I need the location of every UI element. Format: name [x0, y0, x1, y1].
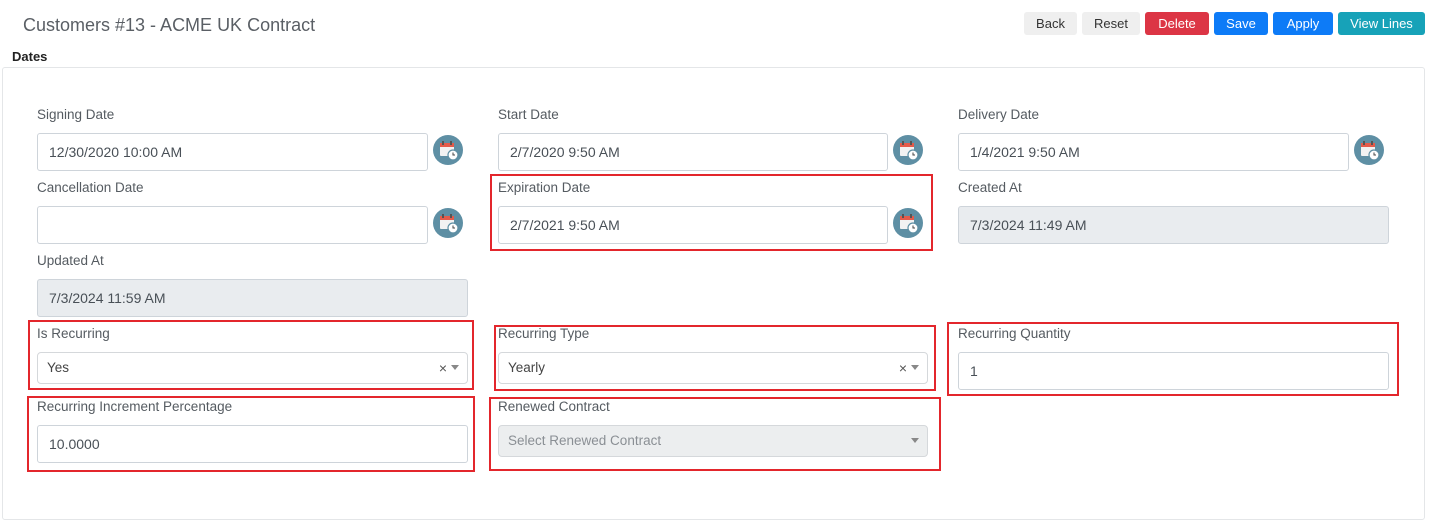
delivery-date-input[interactable]: 1/4/2021 9:50 AM — [958, 133, 1349, 171]
created-at-input: 7/3/2024 11:49 AM — [958, 206, 1389, 244]
renewed-contract-label: Renewed Contract — [498, 399, 610, 414]
clear-icon[interactable]: × — [899, 353, 907, 383]
delivery-date-label: Delivery Date — [958, 107, 1040, 122]
cancellation-date-label: Cancellation Date — [37, 180, 144, 195]
renewed-contract-placeholder: Select Renewed Contract — [508, 433, 662, 448]
start-date-label: Start Date — [498, 107, 559, 122]
calendar-icon[interactable] — [893, 208, 923, 238]
page-title: Customers #13 - ACME UK Contract — [23, 15, 316, 35]
delete-button[interactable]: Delete — [1145, 12, 1209, 35]
updated-at-label: Updated At — [37, 253, 104, 268]
renewed-contract-select: Select Renewed Contract — [498, 425, 928, 457]
recurring-type-label: Recurring Type — [498, 326, 590, 341]
updated-at-input: 7/3/2024 11:59 AM — [37, 279, 468, 317]
recurring-increment-percentage-input[interactable]: 10.0000 — [37, 425, 468, 463]
calendar-icon[interactable] — [433, 208, 463, 238]
apply-button[interactable]: Apply — [1273, 12, 1333, 35]
created-at-label: Created At — [958, 180, 1022, 195]
recurring-quantity-input[interactable]: 1 — [958, 352, 1389, 390]
expiration-date-input[interactable]: 2/7/2021 9:50 AM — [498, 206, 888, 244]
clear-icon[interactable]: × — [439, 353, 447, 383]
reset-button[interactable]: Reset — [1082, 12, 1140, 35]
calendar-icon[interactable] — [433, 135, 463, 165]
caret-down-icon — [911, 438, 919, 443]
back-button[interactable]: Back — [1024, 12, 1077, 35]
is-recurring-label: Is Recurring — [37, 326, 110, 341]
recurring-type-select[interactable]: Yearly × — [498, 352, 928, 384]
save-button[interactable]: Save — [1214, 12, 1268, 35]
is-recurring-value: Yes — [47, 360, 70, 375]
view-lines-button[interactable]: View Lines — [1338, 12, 1425, 35]
recurring-type-value: Yearly — [508, 360, 546, 375]
signing-date-label: Signing Date — [37, 107, 115, 122]
caret-down-icon[interactable] — [451, 365, 459, 370]
start-date-input[interactable]: 2/7/2020 9:50 AM — [498, 133, 888, 171]
recurring-increment-percentage-label: Recurring Increment Percentage — [37, 399, 233, 414]
expiration-date-label: Expiration Date — [498, 180, 591, 195]
recurring-quantity-label: Recurring Quantity — [958, 326, 1071, 341]
caret-down-icon[interactable] — [911, 365, 919, 370]
signing-date-input[interactable]: 12/30/2020 10:00 AM — [37, 133, 428, 171]
section-title: Dates — [12, 49, 48, 64]
is-recurring-select[interactable]: Yes × — [37, 352, 468, 384]
calendar-icon[interactable] — [893, 135, 923, 165]
calendar-icon[interactable] — [1354, 135, 1384, 165]
cancellation-date-input[interactable] — [37, 206, 428, 244]
